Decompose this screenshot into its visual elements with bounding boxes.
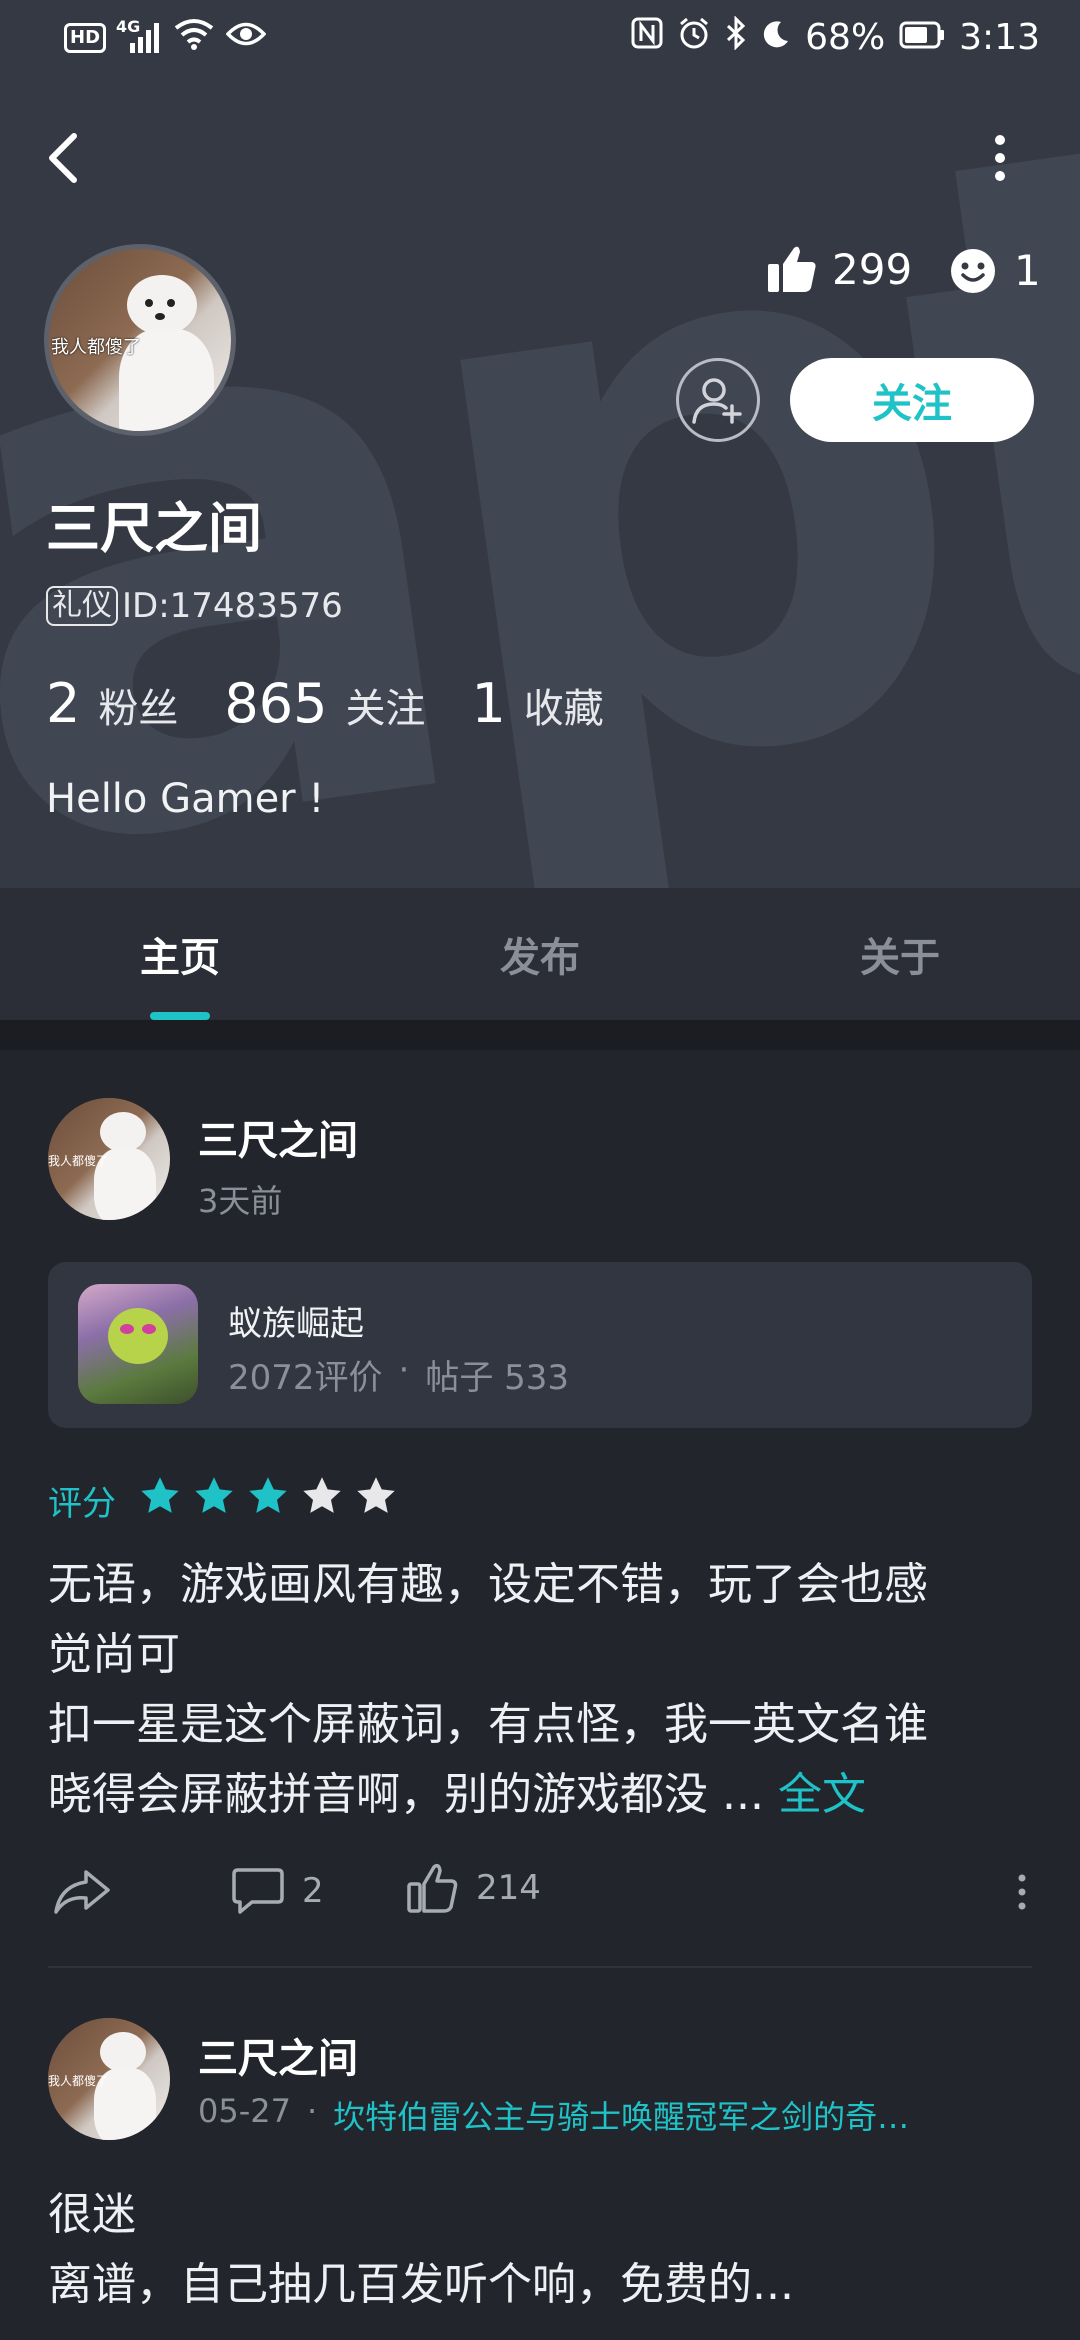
post-line-4: 晓得会屏蔽拼音啊，别的游戏都没 ... 全文 — [48, 1769, 866, 1820]
back-button[interactable] — [40, 128, 90, 188]
more-vertical-icon — [995, 135, 1005, 181]
post-more-button[interactable] — [1012, 1872, 1032, 1916]
favorites-label[interactable]: 收藏 — [524, 676, 604, 734]
post2-content[interactable]: 很迷 离谱，自己抽几百发听个响，免费的... — [48, 2180, 1038, 2320]
bluetooth-icon — [725, 15, 747, 59]
star-filled-icon — [138, 1474, 182, 1518]
profile-id: ID:17483576 — [122, 586, 343, 626]
more-vertical-icon — [1018, 1874, 1026, 1910]
post2-author-avatar[interactable]: 我人都傻了 — [48, 2018, 170, 2140]
battery-percent: 68% — [805, 17, 886, 58]
signal-icon: 4G — [116, 17, 162, 55]
rating-label: 评分 — [48, 1484, 116, 1524]
profile-header: aptar — [0, 0, 1080, 888]
tab-indicator — [150, 1012, 210, 1020]
post-line-2: 觉尚可 — [48, 1629, 180, 1680]
share-icon — [54, 1870, 110, 1914]
follow-label: 关注 — [872, 381, 952, 427]
alarm-icon — [677, 16, 711, 59]
post-content[interactable]: 无语，游戏画风有趣，设定不错，玩了会也感 觉尚可 扣一星是这个屏蔽词，有点怪，我… — [48, 1550, 1038, 1830]
eye-icon — [225, 17, 267, 58]
like-count: 214 — [476, 1868, 541, 1908]
fans-count[interactable]: 2 — [46, 672, 80, 735]
tab-bar: 主页 发布 关于 — [0, 888, 1080, 1020]
battery-icon — [899, 17, 945, 58]
post-divider — [48, 1966, 1032, 1968]
game-reviews: 2072评价 — [228, 1358, 383, 1398]
smile-icon — [951, 248, 995, 293]
star-empty-icon — [354, 1474, 398, 1518]
thumbs-up-outline-icon — [407, 1863, 458, 1913]
post2-avatar-caption: 我人都傻了 — [48, 2074, 109, 2088]
game-icon — [78, 1284, 198, 1404]
wifi-icon — [172, 16, 216, 59]
share-button[interactable] — [52, 1866, 112, 1920]
star-filled-icon — [192, 1474, 236, 1518]
star-filled-icon — [246, 1474, 290, 1518]
post-avatar-caption: 我人都傻了 — [48, 1154, 109, 1168]
post2-line-1: 很迷 — [48, 2189, 136, 2240]
game-meta: 2072评价 · 帖子 533 — [228, 1350, 570, 1398]
follow-button[interactable]: 关注 — [790, 358, 1034, 442]
tab-posts[interactable]: 发布 — [420, 888, 660, 1020]
post-author-avatar[interactable]: 我人都傻了 — [48, 1098, 170, 1220]
comment-icon — [232, 1868, 284, 1914]
more-menu-button[interactable] — [980, 134, 1020, 182]
tab-about[interactable]: 关于 — [780, 888, 1020, 1020]
avatar[interactable]: 我人都傻了 — [44, 244, 236, 436]
moon-icon — [761, 17, 791, 58]
following-label[interactable]: 关注 — [345, 676, 425, 734]
favorites-count[interactable]: 1 — [471, 672, 505, 735]
game-name: 蚁族崛起 — [228, 1304, 364, 1344]
etiquette-badge[interactable]: 礼仪 — [46, 586, 118, 626]
profile-bio: Hello Gamer ! — [46, 776, 325, 822]
post2-author-name[interactable]: 三尺之间 — [198, 2026, 358, 2084]
status-bar: HD 4G 68% 3:13 — [0, 0, 1080, 80]
game-card[interactable]: 蚁族崛起 2072评价 · 帖子 533 — [48, 1262, 1032, 1428]
clock-time: 3:13 — [959, 17, 1040, 58]
likes-count: 299 — [766, 244, 912, 294]
stats-row: 2 粉丝 865 关注 1 收藏 — [46, 672, 650, 735]
watermark: aptar — [0, 0, 1080, 888]
profile-id-row: 礼仪 ID:17483576 — [46, 586, 343, 626]
comment-button[interactable]: 2 — [232, 1866, 324, 1916]
fans-label[interactable]: 粉丝 — [98, 676, 178, 734]
section-divider — [0, 1020, 1080, 1050]
add-friend-button[interactable] — [676, 358, 760, 442]
thumbs-up-icon — [768, 246, 816, 292]
avatar-caption: 我人都傻了 — [51, 337, 141, 358]
like-button[interactable]: 214 — [406, 1862, 541, 1914]
post2-meta: 05-27 · 坎特伯雷公主与骑士唤醒冠军之剑的奇… — [198, 2092, 910, 2138]
post-line-3: 扣一星是这个屏蔽词，有点怪，我一英文名谁 — [48, 1699, 928, 1750]
post-time: 3天前 — [198, 1182, 283, 1220]
comment-count: 2 — [302, 1871, 324, 1911]
post-author-name[interactable]: 三尺之间 — [198, 1108, 358, 1166]
emotes-count: 1 — [950, 246, 1041, 295]
following-count[interactable]: 865 — [224, 672, 327, 735]
post2-line-2: 离谱，自己抽几百发听个响，免费的... — [48, 2259, 794, 2310]
star-empty-icon — [300, 1474, 344, 1518]
tab-home[interactable]: 主页 — [60, 888, 300, 1020]
chevron-left-icon — [49, 133, 77, 183]
post2-game-link[interactable]: 坎特伯雷公主与骑士唤醒冠军之剑的奇… — [333, 2092, 909, 2138]
hd-icon: HD — [64, 22, 107, 53]
post2-date: 05-27 — [198, 2092, 291, 2130]
read-more-link[interactable]: 全文 — [778, 1769, 866, 1820]
nfc-icon — [631, 17, 663, 58]
post-line-1: 无语，游戏画风有趣，设定不错，玩了会也感 — [48, 1559, 928, 1610]
add-user-icon — [692, 378, 742, 424]
profile-name: 三尺之间 — [46, 497, 262, 560]
game-posts: 帖子 533 — [425, 1358, 570, 1398]
